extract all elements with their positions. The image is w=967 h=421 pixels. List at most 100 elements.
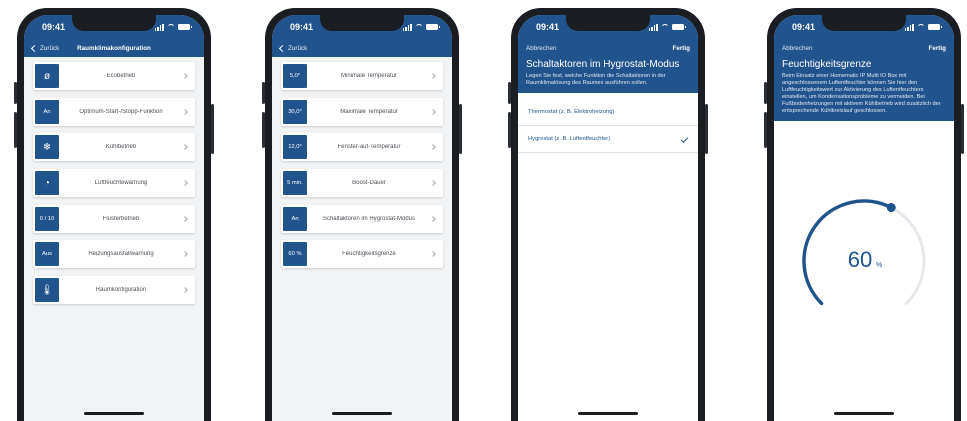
- chevron-right-icon: [430, 215, 436, 222]
- settings-list: ø Ecobetrieb An Optimum-Start-/Stopp-Funkti…: [24, 57, 204, 305]
- signal-icon: [154, 23, 164, 31]
- home-indicator[interactable]: [84, 412, 144, 415]
- list-item[interactable]: ❄ Kühlbetrieb: [33, 133, 195, 162]
- notch: [320, 15, 404, 31]
- list-item-label: Raumkonfiguration: [95, 287, 147, 294]
- list-item[interactable]: An Schaltaktoren im Hygrostat-Modus: [281, 204, 443, 233]
- notch: [72, 15, 156, 31]
- list-item[interactable]: ø Ecobetrieb: [33, 62, 195, 90]
- thermometer-icon: 🌡: [35, 278, 59, 303]
- screen-room-climate-config: 09:41 Zurück Raumklimakonfiguration ø Eco…: [24, 15, 204, 421]
- value-badge: An: [283, 206, 307, 231]
- list-item[interactable]: 🌡 Raumkonfiguration: [33, 276, 195, 305]
- value-badge: An: [35, 99, 59, 124]
- status-time: 09:41: [536, 22, 560, 32]
- wifi-icon: [917, 24, 925, 30]
- description: Beim Einsatz einer Homematic IP Multi IO…: [782, 73, 941, 114]
- chevron-left-icon: [278, 44, 287, 52]
- chevron-right-icon: [430, 73, 436, 79]
- notch: [566, 15, 650, 31]
- chevron-right-icon: [430, 251, 436, 258]
- list-item[interactable]: 5 min. Boost-Dauer: [281, 169, 443, 198]
- status-icons: [904, 23, 942, 31]
- list-item-label: Flüsterbetrieb: [102, 215, 140, 222]
- status-time: 09:41: [792, 22, 816, 32]
- back-button[interactable]: Zurück: [30, 44, 59, 52]
- list-item-label: Ecobetrieb: [106, 73, 136, 79]
- list-item-label: Feuchtigkeitsgrenze: [342, 251, 396, 258]
- status-time: 09:41: [290, 22, 314, 32]
- signal-icon: [648, 23, 658, 31]
- home-indicator[interactable]: [332, 412, 392, 415]
- back-button[interactable]: Zurück: [278, 44, 308, 52]
- list-item-label: Maximale Temperatur: [340, 108, 398, 115]
- value-badge: 0 / 10: [35, 206, 59, 231]
- battery-icon: [178, 24, 192, 30]
- chevron-right-icon: [182, 73, 188, 79]
- home-indicator[interactable]: [578, 412, 638, 415]
- list-item[interactable]: 12,0° Fenster-auf-Temperatur: [281, 133, 443, 162]
- gauge-handle[interactable]: [886, 203, 896, 213]
- panel-header: Feuchtigkeitsgrenze Beim Einsatz einer H…: [774, 57, 954, 121]
- notch: [822, 15, 906, 31]
- list-item[interactable]: 60 % Feuchtigkeitsgrenze: [281, 240, 443, 269]
- page-title: Schaltaktoren im Hygrostat-Modus: [526, 59, 680, 70]
- wifi-icon: [661, 24, 669, 30]
- phone-frame-2: 09:41 Zurück 5,0° Minimale Temperatur 30,0…: [262, 8, 462, 421]
- chevron-left-icon: [30, 44, 39, 52]
- status-icons: [402, 23, 440, 31]
- cancel-button[interactable]: Abbrechen: [782, 45, 812, 52]
- option-item[interactable]: Hygrostat (z. B. Luftentfeuchter): [518, 126, 698, 153]
- value-badge: 5,0°: [283, 64, 307, 88]
- humidity-icon: ◔: [35, 171, 59, 196]
- list-item[interactable]: 5,0° Minimale Temperatur: [281, 62, 443, 90]
- wifi-icon: [167, 24, 175, 30]
- value-badge: 12,0°: [283, 135, 307, 160]
- phone-frame-1: 09:41 Zurück Raumklimakonfiguration ø Eco…: [14, 8, 214, 421]
- nav-bar: Abbrechen Fertig: [518, 39, 698, 57]
- page-title: Feuchtigkeitsgrenze: [782, 59, 872, 70]
- chevron-right-icon: [182, 108, 188, 115]
- done-button[interactable]: Fertig: [929, 45, 947, 52]
- snowflake-icon: ❄: [35, 135, 59, 160]
- gauge-unit: %: [876, 262, 882, 269]
- nav-bar: Abbrechen Fertig: [774, 39, 954, 57]
- settings-list: 5,0° Minimale Temperatur 30,0° Maximale Tem…: [272, 57, 452, 269]
- value-badge: Aus: [35, 242, 59, 267]
- back-label: Zurück: [288, 44, 308, 52]
- nav-bar: Zurück: [272, 39, 452, 57]
- list-item[interactable]: 30,0° Maximale Temperatur: [281, 97, 443, 126]
- option-list: Thermostat (z. B. Elektroheizung) Hygrost…: [518, 93, 698, 153]
- list-item[interactable]: Aus Heizungsausfallwarnung: [33, 240, 195, 269]
- status-icons: [648, 23, 686, 31]
- signal-icon: [402, 23, 412, 31]
- done-button[interactable]: Fertig: [673, 45, 691, 52]
- chevron-right-icon: [182, 144, 188, 151]
- signal-icon: [904, 23, 914, 31]
- list-item-label: Luftfeuchtewarnung: [94, 180, 148, 187]
- battery-icon: [928, 24, 942, 30]
- humidity-gauge[interactable]: 60 %: [774, 183, 954, 333]
- cancel-button[interactable]: Abbrechen: [526, 45, 556, 52]
- chevron-right-icon: [182, 251, 188, 258]
- screen-humidity-limit: 09:41 Abbrechen Fertig Feuchtigkeitsgren…: [774, 15, 954, 421]
- list-item[interactable]: An Optimum-Start-/Stopp-Funktion: [33, 97, 195, 126]
- list-item[interactable]: ◔ Luftfeuchtewarnung: [33, 169, 195, 198]
- wifi-icon: [415, 24, 423, 30]
- chevron-right-icon: [182, 215, 188, 222]
- status-time: 09:41: [42, 22, 66, 32]
- list-item-label: Schaltaktoren im Hygrostat-Modus: [322, 215, 416, 222]
- nav-bar: Zurück Raumklimakonfiguration: [24, 39, 204, 57]
- screen-temperature-settings: 09:41 Zurück 5,0° Minimale Temperatur 30,0…: [272, 15, 452, 421]
- phone-frame-4: 09:41 Abbrechen Fertig Feuchtigkeitsgren…: [764, 8, 964, 421]
- value-badge: 5 min.: [283, 171, 307, 196]
- panel-header: Schaltaktoren im Hygrostat-Modus Legen S…: [518, 57, 698, 93]
- list-item[interactable]: 0 / 10 Flüsterbetrieb: [33, 204, 195, 233]
- list-item-label: Optimum-Start-/Stopp-Funktion: [79, 108, 163, 115]
- list-item-label: Minimale Temperatur: [341, 73, 397, 79]
- home-indicator[interactable]: [834, 412, 894, 415]
- value-badge: 60 %: [283, 242, 307, 267]
- ecomode-icon: ø: [35, 64, 59, 88]
- option-item[interactable]: Thermostat (z. B. Elektroheizung): [518, 99, 698, 126]
- phone-frame-3: 09:41 Abbrechen Fertig Schaltaktoren im …: [508, 8, 708, 421]
